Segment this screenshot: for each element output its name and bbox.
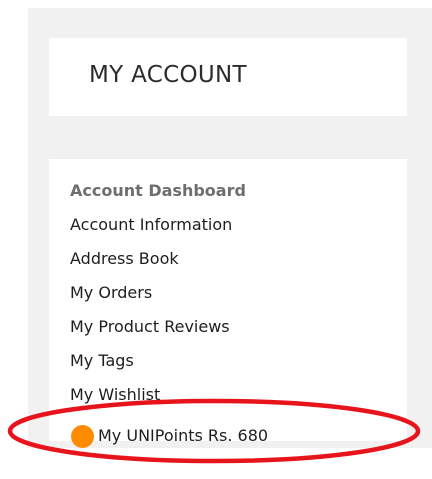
- nav-item-account-dashboard: Account Dashboard: [70, 181, 246, 200]
- nav-item-my-wishlist[interactable]: My Wishlist: [70, 385, 268, 419]
- account-header-card: MY ACCOUNT: [49, 38, 407, 116]
- orange-dot-icon: [71, 424, 94, 448]
- unipoints-label: My UNIPoints Rs. 680: [98, 426, 269, 445]
- page-title: MY ACCOUNT: [89, 62, 247, 88]
- nav-item-my-unipoints[interactable]: My UNIPoints Rs. 680: [70, 419, 268, 453]
- account-nav-card: Account Dashboard Account Information Ad…: [49, 159, 407, 448]
- nav-item-my-tags[interactable]: My Tags: [70, 351, 268, 385]
- nav-item-address-book[interactable]: Address Book: [70, 249, 268, 283]
- account-nav-list: Account Dashboard Account Information Ad…: [70, 181, 268, 453]
- nav-item-account-information[interactable]: Account Information: [70, 215, 268, 249]
- nav-item-my-product-reviews[interactable]: My Product Reviews: [70, 317, 268, 351]
- nav-item-my-orders[interactable]: My Orders: [70, 283, 268, 317]
